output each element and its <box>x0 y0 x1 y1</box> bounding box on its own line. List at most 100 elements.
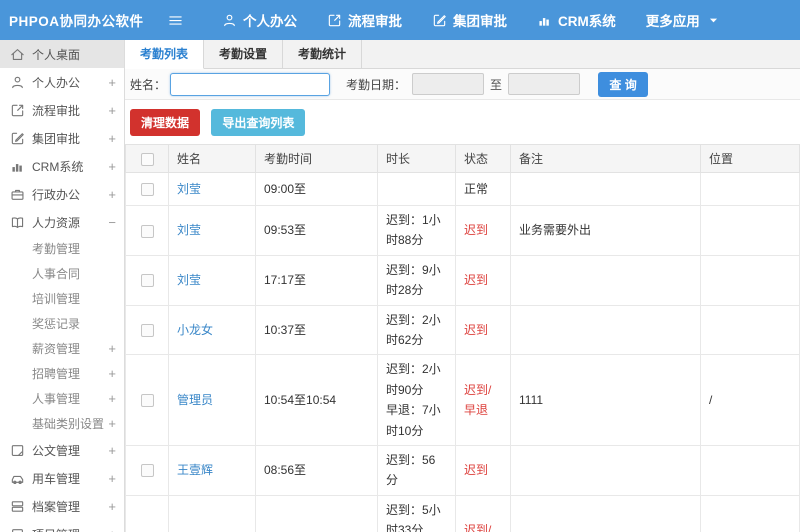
location-cell: / <box>700 494 800 532</box>
expand-toggle-icon[interactable]: + <box>108 527 116 532</box>
employee-name-link[interactable]: 刘莹 <box>177 223 201 237</box>
sidebar-item-label: 项目管理 <box>32 526 108 532</box>
chart-icon <box>10 159 25 174</box>
attendance-time-cell: 10:54至10:54 <box>255 354 378 446</box>
sidebar-subitem-6-4[interactable]: 薪资管理 + <box>0 336 124 361</box>
table-row: 刘莹 09:53至 迟到：1小时88分 迟到 业务需要外出 <box>125 205 800 256</box>
clean-data-button[interactable]: 清理数据 <box>130 109 201 136</box>
tab-1[interactable]: 考勤设置 <box>204 40 284 68</box>
sidebar-subitem-6-3[interactable]: 奖惩记录 <box>0 311 124 336</box>
table-header-row: 姓名 考勤时间 时长 状态 备注 位置 <box>125 144 800 173</box>
sidebar-item-2[interactable]: 流程审批 + <box>0 96 124 124</box>
date-label: 考勤日期： <box>346 77 407 92</box>
doc-icon <box>10 443 25 458</box>
sidebar-item-label: 公文管理 <box>32 443 81 458</box>
sidebar-item-label: 考勤管理 <box>32 242 81 256</box>
sidebar-subitem-6-0[interactable]: 考勤管理 <box>0 236 124 261</box>
search-button[interactable]: 查 询 <box>598 71 649 97</box>
attendance-table: 姓名 考勤时间 时长 状态 备注 位置 刘莹 09:00至 正常 刘莹 09:53至 迟到… <box>125 144 800 532</box>
name-input[interactable] <box>170 72 331 96</box>
row-checkbox[interactable] <box>140 324 154 338</box>
expand-toggle-icon[interactable]: + <box>108 75 116 90</box>
expand-toggle-icon[interactable]: + <box>108 499 116 514</box>
topnav-item-4[interactable]: 更多应用 <box>646 10 721 30</box>
archive-icon <box>10 499 25 514</box>
sidebar-subitem-6-6[interactable]: 人事管理 + <box>0 386 124 411</box>
sidebar-item-5[interactable]: 行政办公 + <box>0 180 124 208</box>
to-label: 至 <box>490 77 503 92</box>
sidebar-subitem-6-5[interactable]: 招聘管理 + <box>0 361 124 386</box>
sidebar-item-7[interactable]: 公文管理 + <box>0 436 124 464</box>
tab-2[interactable]: 考勤统计 <box>283 40 363 68</box>
sidebar-item-label: 个人办公 <box>32 75 81 90</box>
menu-toggle-icon[interactable] <box>158 13 192 28</box>
sidebar-item-label: 用车管理 <box>32 471 81 486</box>
user-icon <box>10 75 25 90</box>
attendance-time-cell: 09:00至 <box>255 172 378 206</box>
attendance-time-cell: 17:17至 <box>255 254 378 306</box>
table-row: 刘莹 17:17至 迟到：9小时28分 迟到 <box>125 254 800 306</box>
expand-toggle-icon[interactable]: + <box>108 366 116 381</box>
sidebar-item-3[interactable]: 集团审批 + <box>0 124 124 152</box>
sidebar-item-0[interactable]: 个人桌面 <box>0 40 124 68</box>
employee-name-link[interactable]: 小龙女 <box>177 323 213 337</box>
sidebar-subitem-6-2[interactable]: 培训管理 <box>0 286 124 311</box>
expand-toggle-icon[interactable]: + <box>108 391 116 406</box>
select-all-checkbox[interactable] <box>140 152 154 166</box>
expand-toggle-icon[interactable]: + <box>108 416 116 431</box>
employee-name-link[interactable]: 管理员 <box>177 393 213 407</box>
row-checkbox[interactable] <box>140 224 154 238</box>
column-header-0: 姓名 <box>168 144 256 173</box>
expand-toggle-icon[interactable]: + <box>108 131 116 146</box>
row-checkbox[interactable] <box>140 274 154 288</box>
expand-toggle-icon[interactable]: + <box>108 187 116 202</box>
expand-toggle-icon[interactable]: + <box>108 471 116 486</box>
column-header-2: 时长 <box>377 144 456 173</box>
sidebar-item-6[interactable]: 人力资源 − <box>0 208 124 236</box>
employee-name-link[interactable]: 王壹辉 <box>177 463 213 477</box>
name-label: 姓名： <box>130 77 167 92</box>
edit-icon <box>10 131 25 146</box>
status-cell: 迟到 <box>455 205 511 256</box>
topnav-item-2[interactable]: 集团审批 <box>432 10 507 30</box>
topnav-item-3[interactable]: CRM系统 <box>537 10 616 30</box>
employee-name-link[interactable]: 刘莹 <box>177 273 201 287</box>
sidebar-item-8[interactable]: 用车管理 + <box>0 464 124 492</box>
column-header-3: 状态 <box>455 144 511 173</box>
expand-toggle-icon[interactable]: + <box>108 341 116 356</box>
table-row: 小龙女 10:37至 迟到：2小时62分 迟到 <box>125 304 800 356</box>
date-from-input[interactable] <box>412 73 485 95</box>
attendance-time-cell: 08:56至 <box>255 444 378 496</box>
sidebar: 个人桌面 个人办公 + 流程审批 + 集团审批 + CRM系统 + 行政办公 + 人力资源 − 考勤管理人… <box>0 40 125 532</box>
table-row: 管理员 10:54至10:54 迟到：2小时90分 早退：7小时10分 迟到/早退… <box>125 354 800 446</box>
note-cell: 1111 <box>510 354 701 446</box>
date-to-input[interactable] <box>508 73 581 95</box>
status-cell: 正常 <box>455 172 511 206</box>
row-checkbox[interactable] <box>140 183 154 197</box>
duration-cell: 迟到：2小时90分 早退：7小时10分 <box>377 354 456 446</box>
tab-0[interactable]: 考勤列表 <box>125 40 205 69</box>
expand-toggle-icon[interactable]: − <box>108 215 116 230</box>
topnav-item-1[interactable]: 流程审批 <box>327 10 402 30</box>
row-checkbox[interactable] <box>140 394 154 408</box>
expand-toggle-icon[interactable]: + <box>108 443 116 458</box>
sidebar-item-9[interactable]: 档案管理 + <box>0 492 124 520</box>
app-logo: PHPOA协同办公软件 <box>9 14 144 29</box>
expand-toggle-icon[interactable]: + <box>108 103 116 118</box>
sidebar-item-label: 培训管理 <box>32 292 81 306</box>
sidebar-subitem-6-7[interactable]: 基础类别设置 + <box>0 411 124 436</box>
export-list-button[interactable]: 导出查询列表 <box>211 109 306 136</box>
employee-name-link[interactable]: 刘莹 <box>177 182 201 196</box>
table-row: 王壹辉 08:56至 迟到：56分 迟到 <box>125 444 800 496</box>
expand-toggle-icon[interactable]: + <box>108 159 116 174</box>
sidebar-item-10[interactable]: 项目管理+ <box>0 520 124 532</box>
topnav-item-0[interactable]: 个人办公 <box>222 10 297 30</box>
edit-icon <box>432 13 447 28</box>
column-header-5: 位置 <box>700 144 800 173</box>
sidebar-subitem-6-1[interactable]: 人事合同 <box>0 261 124 286</box>
sidebar-item-4[interactable]: CRM系统 + <box>0 152 124 180</box>
sidebar-item-1[interactable]: 个人办公 + <box>0 68 124 96</box>
sidebar-submenu: 考勤管理人事合同培训管理奖惩记录 薪资管理 + 招聘管理 + 人事管理 + 基础类别设置 + <box>0 236 124 436</box>
row-checkbox[interactable] <box>140 464 154 478</box>
sidebar-item-label: 人事合同 <box>32 267 81 281</box>
